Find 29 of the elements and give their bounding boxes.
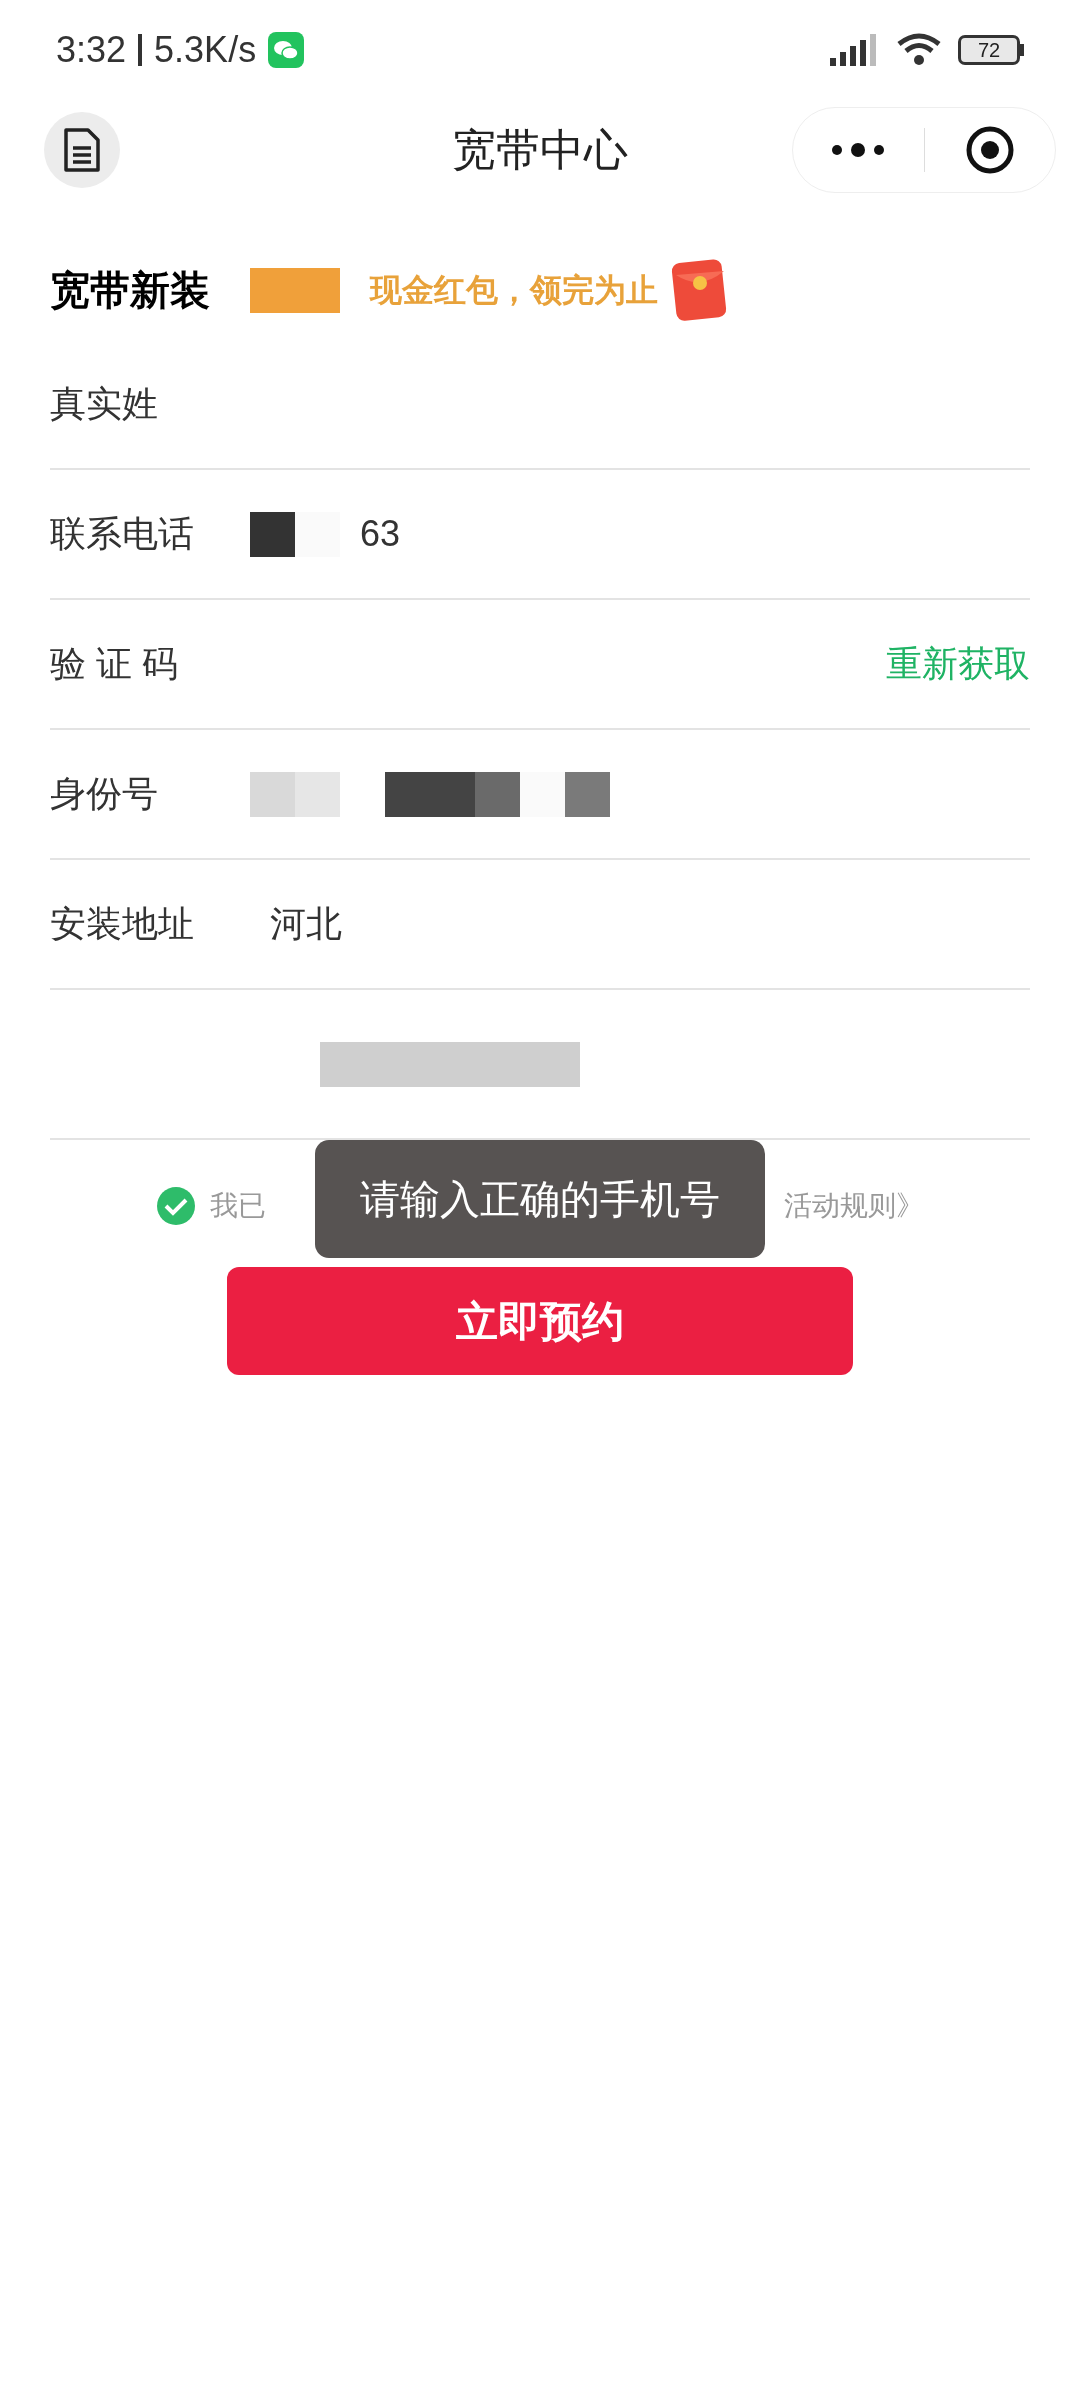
redaction-block	[565, 771, 610, 817]
agreement-text: 我已	[210, 1189, 266, 1223]
field-value: 河北	[270, 902, 342, 946]
error-toast: 请输入正确的手机号	[315, 1140, 765, 1258]
redaction-block	[250, 771, 295, 817]
page-title: 宽带中心	[452, 124, 628, 176]
redaction-block	[520, 771, 565, 817]
status-time: 3:32	[56, 28, 127, 72]
more-icon	[831, 142, 886, 158]
document-icon	[62, 127, 102, 173]
promo-text: 现金红包，领完为止	[370, 271, 658, 310]
field-label: 真实姓	[50, 382, 159, 426]
target-icon	[964, 125, 1015, 175]
promo-title: 宽带新装	[50, 267, 210, 314]
field-label: 联系电话	[50, 512, 195, 556]
submit-button[interactable]: 立即预约	[227, 1267, 853, 1375]
field-label: 身份号	[50, 772, 159, 816]
redaction-block	[295, 771, 340, 817]
network-speed: 5.3K/s	[154, 28, 257, 72]
rules-link[interactable]: 活动规则》	[784, 1185, 924, 1227]
field-label: 验 证 码	[50, 642, 179, 686]
field-label: 安装地址	[50, 902, 195, 946]
chat-app-icon	[268, 32, 305, 68]
wifi-icon	[896, 32, 942, 68]
checkbox[interactable]	[156, 1186, 196, 1226]
resend-code-link[interactable]: 重新获取	[886, 637, 1030, 691]
redaction-block	[250, 511, 295, 557]
field-value: 63	[360, 512, 401, 556]
redaction-block	[295, 511, 340, 557]
